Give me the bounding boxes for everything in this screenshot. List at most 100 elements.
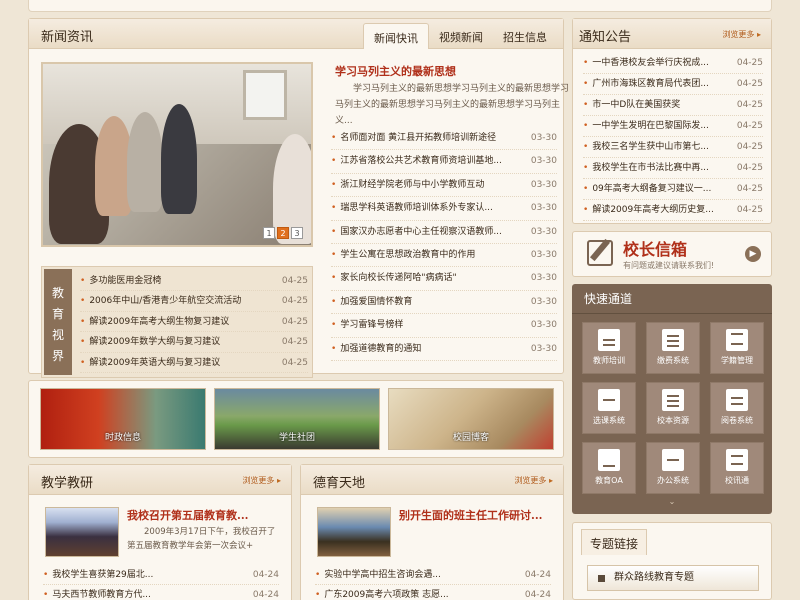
list-item[interactable]: • 解读2009年数学大纲与复习建议 04-25 bbox=[80, 332, 308, 353]
list-item[interactable]: • 实验中学高中招生咨询会遇... 04-24 bbox=[315, 565, 551, 585]
principal-mailbox[interactable]: 校长信箱 有问题或建议请联系我们! ▶ bbox=[572, 231, 772, 277]
quick-grading-system[interactable]: 阅卷系统 bbox=[710, 382, 764, 434]
list-item[interactable]: • 瑞思学科英语教师培训体系外专家认... 03-30 bbox=[331, 197, 557, 221]
moral-header: 德育天地 浏览更多 bbox=[301, 465, 563, 495]
list-item[interactable]: • 家长向校长传递阿哈"病病话" 03-30 bbox=[331, 267, 557, 291]
item-date: 03-30 bbox=[530, 156, 557, 167]
item-title: 解读2009年数学大纲与复习建议 bbox=[89, 337, 221, 348]
item-date: 04-25 bbox=[281, 337, 308, 348]
banner-student-clubs[interactable]: 学生社团 bbox=[214, 388, 380, 450]
list-item[interactable]: • 江苏省落校公共艺术教育师资培训基地... 03-30 bbox=[331, 150, 557, 174]
teaching-feature-thumbnail[interactable] bbox=[45, 507, 119, 557]
teaching-feature-title[interactable]: 我校召开第五届教育教... bbox=[127, 507, 249, 523]
banner-label: 校园博客 bbox=[452, 433, 489, 443]
quick-school-messenger[interactable]: 校讯通 bbox=[710, 442, 764, 494]
quick-student-records[interactable]: 学籍管理 bbox=[710, 322, 764, 374]
quick-office-system[interactable]: 办公系统 bbox=[646, 442, 700, 494]
pager-button-1[interactable]: 1 bbox=[263, 227, 275, 239]
list-item[interactable]: • 学习雷锋号榜样 03-30 bbox=[331, 314, 557, 338]
banner-politics[interactable]: 时政信息 bbox=[40, 388, 206, 450]
tab-admissions[interactable]: 招生信息 bbox=[493, 23, 557, 49]
list-item[interactable]: • 加强爱国情怀教育 03-30 bbox=[331, 291, 557, 315]
moral-feature-title[interactable]: 别开生面的班主任工作研讨... bbox=[399, 507, 543, 523]
moral-title: 德育天地 bbox=[313, 476, 366, 491]
check-icon bbox=[598, 389, 620, 411]
pager-button-2[interactable]: 2 bbox=[277, 227, 289, 239]
news-slideshow-photo[interactable]: 1 2 3 bbox=[41, 62, 313, 247]
list-item[interactable]: • 加强道德教育的通知 03-30 bbox=[331, 338, 557, 361]
quick-label: 办公系统 bbox=[657, 476, 689, 485]
quick-teacher-training[interactable]: 教师培训 bbox=[582, 322, 636, 374]
list-item[interactable]: • 解读2009年英语大纲与复习建议 04-25 bbox=[80, 353, 308, 373]
item-date: 04-25 bbox=[736, 79, 763, 89]
item-title: 2006年中山/香港青少年航空交流活动 bbox=[89, 296, 242, 307]
tab-news-flash[interactable]: 新闻快讯 bbox=[363, 23, 429, 49]
list-item[interactable]: • 广东2009高考六项政策 志愿... 04-24 bbox=[315, 585, 551, 600]
quick-label: 选课系统 bbox=[593, 416, 625, 425]
banner-label: 学生社团 bbox=[278, 433, 315, 443]
item-title: 市一中D队在美国获奖 bbox=[592, 100, 681, 110]
quick-access-title: 快速通道 bbox=[572, 284, 772, 314]
news-headline[interactable]: 学习马列主义的最新思想 bbox=[335, 63, 456, 79]
list-item[interactable]: • 多功能医用金冠椅 04-25 bbox=[80, 271, 308, 292]
quick-education-oa[interactable]: 教育OA bbox=[582, 442, 636, 494]
list-item[interactable]: • 解读2009年高考大纲历史复... 04-25 bbox=[583, 200, 763, 221]
notice-more-link[interactable]: 浏览更多 bbox=[722, 29, 761, 40]
item-date: 04-24 bbox=[252, 570, 279, 580]
item-date: 04-25 bbox=[736, 58, 763, 68]
item-date: 03-30 bbox=[530, 179, 557, 190]
quick-course-selection[interactable]: 选课系统 bbox=[582, 382, 636, 434]
list-item[interactable]: • 我校三名学生获中山市第七... 04-25 bbox=[583, 137, 763, 158]
item-date: 04-25 bbox=[736, 142, 763, 152]
quick-payment-system[interactable]: 缴费系统 bbox=[646, 322, 700, 374]
quick-label: 校本资源 bbox=[657, 416, 689, 425]
moral-education-panel: 德育天地 浏览更多 别开生面的班主任工作研讨... •实验中学高中招生咨询会遇.… bbox=[300, 464, 564, 600]
list-item[interactable]: • 我校学生喜获第29届北... 04-24 bbox=[43, 565, 279, 585]
list-item[interactable]: • 解读2009年高考大纲生物复习建议 04-25 bbox=[80, 312, 308, 333]
pager-button-3[interactable]: 3 bbox=[291, 227, 303, 239]
item-title: 加强道德教育的通知 bbox=[340, 343, 422, 354]
teaching-more-link[interactable]: 浏览更多 bbox=[242, 475, 281, 486]
item-title: 浙江财经学院老师与中小学教师互动 bbox=[340, 179, 485, 190]
item-date: 03-30 bbox=[530, 320, 557, 331]
item-date: 04-25 bbox=[736, 100, 763, 110]
list-item[interactable]: • 一中学生发明在巴黎国际发... 04-25 bbox=[583, 116, 763, 137]
person-icon bbox=[598, 329, 620, 351]
teaching-feature-text: 2009年3月17日下午，我校召开了第五届教育教学年会第一次会议+ bbox=[127, 527, 276, 551]
item-date: 04-25 bbox=[281, 316, 308, 327]
quick-school-resources[interactable]: 校本资源 bbox=[646, 382, 700, 434]
list-item[interactable]: • 09年高考大纲备复习建议一... 04-25 bbox=[583, 179, 763, 200]
list-item[interactable]: • 广州市海珠区教育局代表团... 04-25 bbox=[583, 74, 763, 95]
list-item[interactable]: • 学生公寓在思想政治教育中的作用 03-30 bbox=[331, 244, 557, 268]
banner-label: 时政信息 bbox=[104, 433, 141, 443]
disk-icon bbox=[726, 329, 748, 351]
news-header: 新闻资讯 新闻快讯 视频新闻 招生信息 bbox=[29, 19, 563, 49]
item-date: 03-30 bbox=[530, 343, 557, 354]
news-tabs: 新闻快讯 视频新闻 招生信息 bbox=[363, 23, 557, 49]
list-item[interactable]: • 市一中D队在美国获奖 04-25 bbox=[583, 95, 763, 116]
tab-video-news[interactable]: 视频新闻 bbox=[429, 23, 493, 49]
item-title: 江苏省落校公共艺术教育师资培训基地... bbox=[340, 156, 502, 167]
moral-more-link[interactable]: 浏览更多 bbox=[514, 475, 553, 486]
chevron-down-icon[interactable]: ⌄ bbox=[622, 498, 722, 506]
quick-label: 教育OA bbox=[595, 476, 623, 485]
list-item[interactable]: • 名师面对面 黄江县开拓教师培训新途径 03-30 bbox=[331, 127, 557, 151]
list-item[interactable]: • 一中香港校友会举行庆祝成... 04-25 bbox=[583, 53, 763, 74]
list-item[interactable]: • 浙江财经学院老师与中小学教师互动 03-30 bbox=[331, 174, 557, 198]
item-date: 03-30 bbox=[530, 133, 557, 143]
item-title: 解读2009年高考大纲生物复习建议 bbox=[89, 316, 230, 327]
item-title: 国家汉办志愿者中心主任视察汉语教师... bbox=[340, 226, 502, 237]
item-title: 学习雷锋号榜样 bbox=[340, 320, 404, 331]
quick-access-panel: 快速通道 教师培训 缴费系统 学籍管理 选课系统 校本资源 阅卷系统 教育OA … bbox=[572, 284, 772, 514]
moral-feature-thumbnail[interactable] bbox=[317, 507, 391, 557]
item-title: 马夫西节教师教育方代... bbox=[52, 590, 151, 600]
list-item[interactable]: • 马夫西节教师教育方代... 04-24 bbox=[43, 585, 279, 600]
notice-header: 通知公告 浏览更多 bbox=[573, 19, 771, 49]
special-link-button[interactable]: 群众路线教育专题 bbox=[587, 565, 759, 591]
list-item[interactable]: • 2006年中山/香港青少年航空交流活动 04-25 bbox=[80, 291, 308, 312]
banner-campus-blog[interactable]: 校园博客 bbox=[388, 388, 554, 450]
item-date: 03-30 bbox=[530, 249, 557, 260]
list-item[interactable]: • 我校学生在市书法比赛中再... 04-25 bbox=[583, 158, 763, 179]
edit-icon bbox=[587, 238, 613, 266]
list-item[interactable]: • 国家汉办志愿者中心主任视察汉语教师... 03-30 bbox=[331, 221, 557, 244]
